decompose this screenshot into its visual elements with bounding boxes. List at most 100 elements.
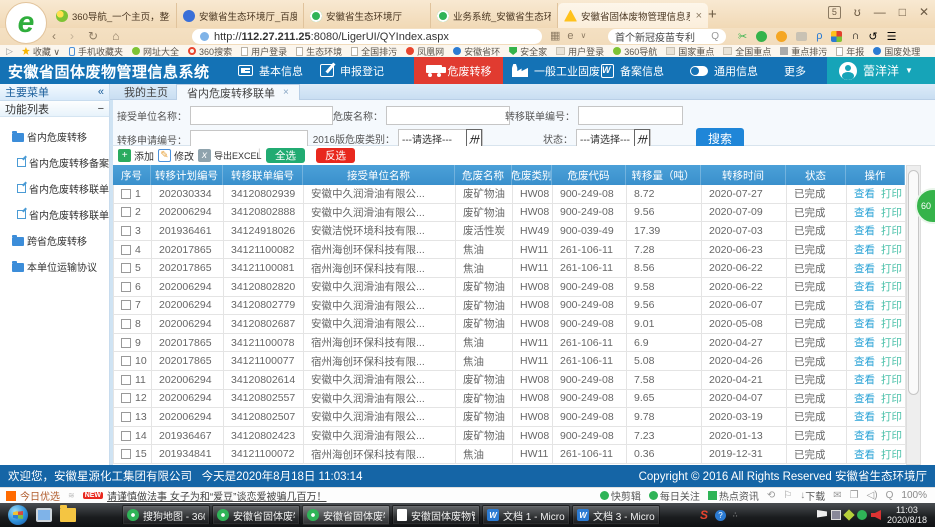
sidebar-collapse-icon[interactable]: « [98, 86, 104, 98]
new-tab-button[interactable]: + [700, 4, 725, 25]
table-row[interactable]: 5 202017865 34121100081 宿州海创环保科技有限... 焦油… [113, 259, 905, 278]
help-icon[interactable]: ? [715, 510, 726, 521]
youxuan-label[interactable]: 今日优选 [20, 488, 60, 503]
view-link[interactable]: 查看 [854, 186, 875, 201]
table-row[interactable]: 12 202006294 34120802557 安徽中久润滑油有限公... 废… [113, 390, 905, 409]
view-link[interactable]: 查看 [854, 316, 875, 331]
daily-watch-button[interactable]: 每日关注 [649, 488, 700, 503]
row-checkbox[interactable] [121, 300, 131, 310]
start-button[interactable] [8, 505, 28, 525]
row-checkbox[interactable] [121, 245, 131, 255]
bookmark-item[interactable]: 用户登录 [556, 45, 604, 57]
invert-selection-button[interactable]: 反选 [316, 148, 355, 163]
sidebar-tree-item[interactable]: 省内危废转移备案 [0, 149, 109, 175]
search-icon[interactable]: Q [711, 31, 719, 42]
bookmarks-collapse-icon[interactable]: ▷ [6, 46, 13, 57]
user-mode-icon[interactable]: ʊ [854, 5, 861, 19]
select-all-button[interactable]: 全选 [266, 148, 305, 163]
snapshot-icon[interactable] [796, 32, 807, 41]
bookmark-item[interactable]: 全国排污 [351, 45, 397, 57]
news-headline[interactable]: 请谨慎做法事 女子为和“爱豆”谈恋爱被骗几百万！ [107, 488, 326, 503]
table-row[interactable]: 3 201936461 34124918026 安徽洁悦环境科技有限... 废活… [113, 222, 905, 241]
row-checkbox[interactable] [121, 189, 131, 199]
print-link[interactable]: 打印 [881, 335, 902, 350]
magnifier-icon[interactable]: ρ [816, 30, 822, 42]
bookmark-item[interactable]: 生态环境 [296, 45, 342, 57]
browser-tab[interactable]: 安徽省生态环境厅_百度搜索 × [177, 3, 304, 28]
print-link[interactable]: 打印 [881, 391, 902, 406]
browser-tab[interactable]: 安徽省固体废物管理信息系统 × [558, 3, 708, 28]
table-row[interactable]: 10 202017865 34121100077 宿州海创环保科技有限... 焦… [113, 352, 905, 371]
collapse-minus-icon[interactable]: − [98, 103, 104, 115]
mail-icon[interactable]: ✉ [833, 490, 841, 501]
view-link[interactable]: 查看 [854, 354, 875, 369]
menu-icon[interactable]: ☰ [887, 30, 897, 43]
tab-transfer-sheet[interactable]: 省内危废转移联单 × [176, 84, 300, 100]
view-link[interactable]: 查看 [854, 409, 875, 424]
more-dots[interactable]: ∴ [733, 511, 738, 519]
edit-button[interactable]: ✎修改 [158, 148, 194, 163]
nav-hazard-transfer[interactable]: 危废转移 [414, 57, 503, 84]
row-checkbox[interactable] [121, 207, 131, 217]
nav-industrial-waste[interactable]: 一般工业固废 [512, 57, 600, 84]
view-link[interactable]: 查看 [854, 279, 875, 294]
table-row[interactable]: 9 202017865 34121100078 宿州海创环保科技有限... 焦油… [113, 334, 905, 353]
nav-record-info[interactable]: W备案信息 [601, 57, 664, 84]
safe-icon[interactable] [857, 510, 867, 520]
history-icon[interactable]: ↺ [868, 30, 877, 43]
volume-icon[interactable] [871, 510, 881, 520]
print-link[interactable]: 打印 [881, 316, 902, 331]
taskbar-window-button[interactable]: 安徽省固体废物... [302, 505, 390, 525]
bookmark-item[interactable]: 360导航 [613, 45, 657, 57]
url-field[interactable]: http://112.27.211.25:8080/LigerUI/QYInde… [192, 29, 542, 44]
bookmark-item[interactable]: 手机收藏夹 [69, 45, 123, 57]
table-row[interactable]: 8 202006294 34120802687 安徽中久润滑油有限公... 废矿… [113, 315, 905, 334]
nav-general-info[interactable]: 通用信息 [690, 57, 758, 84]
bookmark-item[interactable]: 收藏 ∨ [22, 45, 60, 57]
print-link[interactable]: 打印 [881, 223, 902, 238]
sheet-no-input[interactable] [578, 106, 683, 125]
back-button[interactable]: ‹ [52, 29, 56, 43]
row-checkbox[interactable] [121, 393, 131, 403]
table-row[interactable]: 13 202006294 34120802507 安徽中久润滑油有限公... 废… [113, 408, 905, 427]
view-link[interactable]: 查看 [854, 205, 875, 220]
taskbar-window-button[interactable]: 文档 1 - Micros... [482, 505, 570, 525]
row-checkbox[interactable] [121, 226, 131, 236]
show-desktop-icon[interactable] [36, 508, 52, 522]
sidebar-tree-item[interactable]: 省内危废转移 [0, 123, 109, 149]
table-row[interactable]: 11 202006294 34120802614 安徽中久润滑油有限公... 废… [113, 371, 905, 390]
browser-tab[interactable]: 业务系统_安徽省生态环境厅 × [431, 3, 558, 28]
row-checkbox[interactable] [121, 412, 131, 422]
print-link[interactable]: 打印 [881, 261, 902, 276]
taskbar-window-button[interactable]: 文档 3 - Micros... [572, 505, 660, 525]
bookmark-item[interactable]: 网址大全 [132, 45, 179, 57]
print-link[interactable]: 打印 [881, 186, 902, 201]
hot-news-button[interactable]: 热点资讯 [708, 488, 759, 503]
row-checkbox[interactable] [121, 263, 131, 273]
sidebar-tree-item[interactable]: 省内危废转移联单 [0, 175, 109, 201]
maximize-button[interactable]: □ [899, 5, 906, 19]
headset-icon[interactable]: ∩ [851, 30, 859, 42]
dropdown-icon[interactable]: ∨ [581, 31, 587, 40]
home-button[interactable]: ⌂ [112, 29, 119, 43]
view-link[interactable]: 查看 [854, 298, 875, 313]
browser-tab[interactable]: 安徽省生态环境厅 × [304, 3, 431, 28]
ie-mode-icon[interactable]: e [567, 30, 573, 42]
table-row[interactable]: 6 202006294 34120802820 安徽中久润滑油有限公... 废矿… [113, 278, 905, 297]
row-checkbox[interactable] [121, 431, 131, 441]
bookmark-item[interactable]: 全国重点 [723, 45, 771, 57]
browser-search-box[interactable]: 首个新冠疫苗专利 Q [608, 29, 726, 44]
print-link[interactable]: 打印 [881, 354, 902, 369]
tab-close-icon[interactable]: × [283, 87, 289, 98]
table-row[interactable]: 7 202006294 34120802779 安徽中久润滑油有限公... 废矿… [113, 297, 905, 316]
table-row[interactable]: 4 202017865 34121100082 宿州海创环保科技有限... 焦油… [113, 241, 905, 260]
taskbar-window-button[interactable]: 安徽省固体废物... [212, 505, 300, 525]
zoom-level[interactable]: 100% [901, 490, 927, 501]
view-link[interactable]: 查看 [854, 372, 875, 387]
minimize-button[interactable]: — [874, 5, 886, 19]
quick-clip-button[interactable]: 快剪辑 [600, 488, 641, 503]
shield-icon[interactable] [776, 31, 787, 42]
print-link[interactable]: 打印 [881, 447, 902, 462]
action-center-icon[interactable] [817, 510, 827, 520]
add-button[interactable]: +添加 [118, 148, 154, 163]
